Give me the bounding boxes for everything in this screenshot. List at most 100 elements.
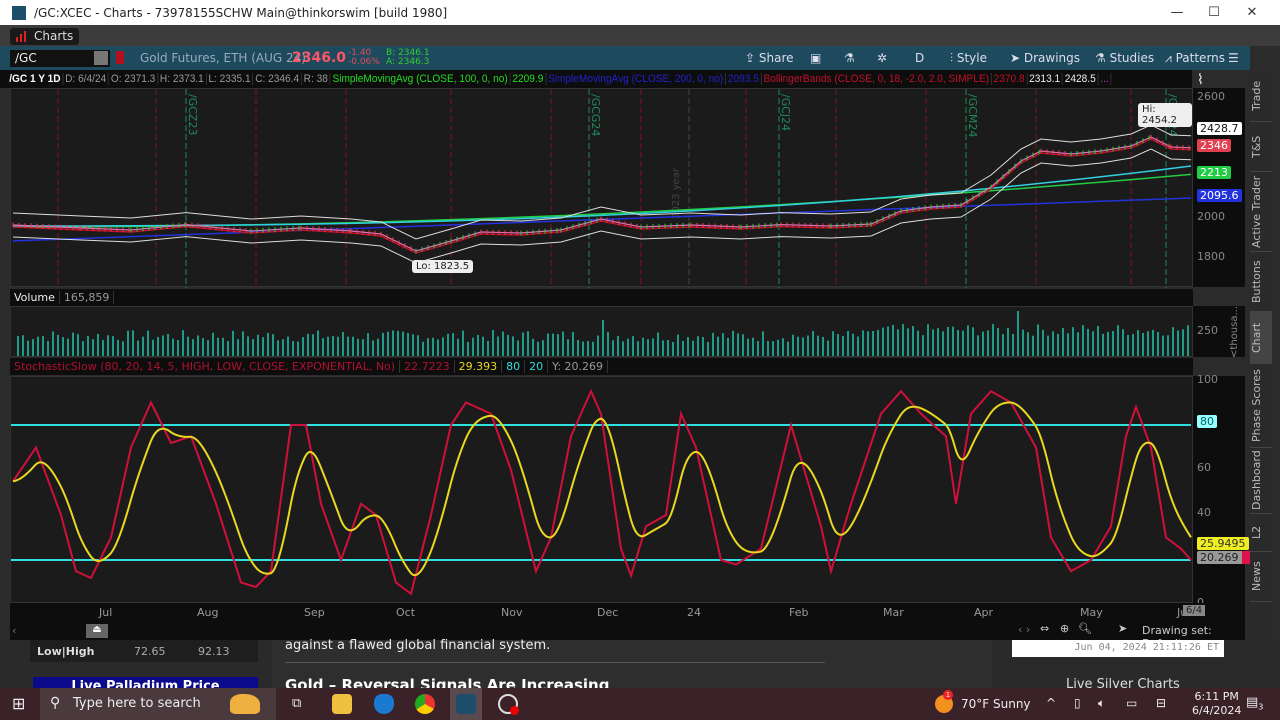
high-label: Hi: 2454.2	[1138, 103, 1192, 127]
side-tab-phase-scores[interactable]: Phase Scores	[1250, 364, 1272, 448]
pointer-icon[interactable]: ➤	[1118, 622, 1127, 635]
weather-text[interactable]: 70°F Sunny	[961, 697, 1031, 711]
patterns-button[interactable]: ⩘ Patterns	[1165, 46, 1225, 70]
alert-icon[interactable]: ▣	[810, 46, 821, 70]
search-box[interactable]: ⚲ Type here to search	[40, 688, 276, 720]
symbol-dropdown-button[interactable]	[94, 51, 108, 65]
network-icon[interactable]: ▭	[1126, 696, 1137, 710]
side-tab-chart[interactable]: Chart	[1250, 312, 1272, 364]
volume-bar	[482, 336, 484, 356]
period-button[interactable]: D	[915, 46, 924, 70]
menu-icon[interactable]: ☰	[1228, 46, 1239, 70]
volume-bar	[1052, 331, 1054, 356]
price-axis[interactable]: 2600 2000 1800	[1193, 88, 1245, 287]
study-sma100[interactable]: SimpleMovingAvg (CLOSE, 100, 0, no)	[330, 73, 511, 85]
tablet-icon[interactable]: ⊟	[1156, 696, 1166, 710]
thinkorswim-taskbar-button[interactable]	[450, 688, 482, 720]
volume-icon[interactable]: 🔈︎	[1098, 696, 1105, 711]
meet-now-icon[interactable]: ▯	[1074, 696, 1081, 710]
volume-pane[interactable]	[10, 306, 1193, 357]
bid-ask: B: 2346.1 A: 2346.3	[386, 49, 430, 67]
style-button[interactable]: ⫶ Style	[950, 46, 987, 70]
scrollbar-thumb[interactable]: ⏏	[86, 624, 108, 638]
link-color-icon[interactable]	[116, 51, 124, 64]
volume-bar	[832, 331, 834, 356]
volume-bar	[322, 338, 324, 356]
volume-bar	[317, 330, 319, 356]
side-tab-l2[interactable]: L2	[1250, 514, 1272, 552]
chart-style-icon[interactable]: ⌇	[1197, 72, 1204, 88]
studies-button[interactable]: ⚗ Studies	[1095, 46, 1154, 70]
windows-start-icon[interactable]: ⊞	[12, 696, 25, 712]
obs-recording-icon[interactable]	[498, 694, 519, 715]
notifications-icon[interactable]: ▤3	[1246, 695, 1263, 712]
volume-bar	[1117, 325, 1119, 356]
close-button[interactable]: ✕	[1232, 0, 1272, 25]
volume-bar	[462, 330, 464, 356]
tray-expand-icon[interactable]: ^	[1046, 696, 1056, 710]
ohlc-low: L: 2335.1	[206, 73, 254, 85]
ohlc-range: R: 38	[301, 73, 331, 85]
clock[interactable]: 6:11 PM 6/4/2024	[1192, 690, 1241, 718]
side-tab-news[interactable]: News	[1250, 552, 1272, 602]
date-axis[interactable]: JulAugSepOctNovDec24FebMarAprMayJu	[10, 603, 1245, 622]
side-tab-dashboard[interactable]: Dashboard	[1250, 448, 1272, 514]
volume-bar	[547, 333, 549, 356]
side-tab-t-s[interactable]: T&S	[1250, 122, 1272, 172]
study-sma200[interactable]: SimpleMovingAvg (CLOSE, 200, 0, no)	[546, 73, 727, 85]
volume-bar	[442, 337, 444, 356]
vpn-shield-icon[interactable]	[374, 694, 394, 714]
share-button[interactable]: ⇪ Share	[745, 46, 794, 70]
gear-icon[interactable]: ✲	[877, 46, 887, 70]
side-tab-trade[interactable]: Trade	[1250, 70, 1272, 122]
volume-bar	[1182, 329, 1184, 356]
net-change: -1.40 -0.06%	[348, 49, 380, 67]
volume-bar	[372, 340, 374, 356]
studies-label: Studies	[1109, 51, 1155, 65]
file-explorer-icon[interactable]	[332, 694, 352, 714]
volume-bar	[1047, 335, 1049, 356]
oversold-value: 20	[525, 360, 549, 373]
zoom-in-icon[interactable]: 🔍︎	[1078, 622, 1092, 635]
article-headline[interactable]: Gold – Reversal Signals Are Increasing	[285, 676, 609, 688]
more-studies-button[interactable]: ...	[1098, 73, 1112, 85]
chrome-icon[interactable]	[415, 694, 435, 714]
patterns-icon: ⩘	[1165, 51, 1176, 65]
volume-bar	[1127, 334, 1129, 356]
side-tab-buttons[interactable]: Buttons	[1250, 252, 1272, 312]
weather-icon[interactable]: 1	[935, 690, 953, 713]
ohlc-open: O: 2371.3	[109, 73, 159, 85]
palladium-link[interactable]: Live Palladium Price	[33, 677, 258, 688]
study-bollinger[interactable]: BollingerBands (CLOSE, 0, 18, -2.0, 2.0,…	[761, 73, 992, 85]
crosshair-icon[interactable]: ⊕	[1060, 622, 1069, 635]
scroll-left-arrow[interactable]: ‹	[12, 624, 16, 637]
volume-bar	[942, 331, 944, 356]
search-icon: ⚲	[50, 695, 61, 711]
scroll-arrows[interactable]: ‹ ›	[1018, 623, 1030, 636]
maximize-button[interactable]: ☐	[1194, 0, 1234, 25]
flask-icon[interactable]: ⚗	[844, 46, 855, 70]
price-chart-pane[interactable]: /GCZ23/GCG24/GCJ24/GCM24/GCQ242023 year …	[10, 88, 1193, 288]
stochastic-chart	[11, 388, 1192, 596]
side-tab-strip: Trade T&S Active Trader Buttons Chart Phase S…	[1250, 70, 1272, 640]
cursor-y-value: Y: 20.269	[548, 360, 609, 373]
side-tab-active-trader[interactable]: Active Trader	[1250, 172, 1272, 252]
task-view-icon[interactable]: ⧉	[292, 696, 301, 711]
flask-icon: ⚗	[1095, 51, 1110, 65]
tab-charts[interactable]: Charts	[10, 28, 80, 45]
stochastic-label[interactable]: StochasticSlow (80, 20, 14, 5, HIGH, LOW…	[10, 360, 401, 373]
silver-charts-link[interactable]: Live Silver Charts	[1066, 676, 1180, 688]
volume-bar	[582, 341, 584, 356]
volume-bar	[592, 341, 594, 356]
cheese-icon	[230, 694, 260, 714]
volume-bar	[1162, 335, 1164, 356]
pan-icon[interactable]: ⇔	[1040, 622, 1049, 635]
title-bar: /GC:XCEC - Charts - 73978155SCHW Main@th…	[0, 0, 1280, 25]
volume-bar	[47, 341, 49, 356]
candle-icon: ⫶	[950, 51, 957, 65]
patterns-label: Patterns	[1175, 51, 1226, 65]
drawings-button[interactable]: ➤ Drawings	[1010, 46, 1080, 70]
stochastic-pane[interactable]	[10, 376, 1193, 603]
minimize-button[interactable]: —	[1157, 0, 1197, 25]
volume-bar	[992, 324, 994, 356]
